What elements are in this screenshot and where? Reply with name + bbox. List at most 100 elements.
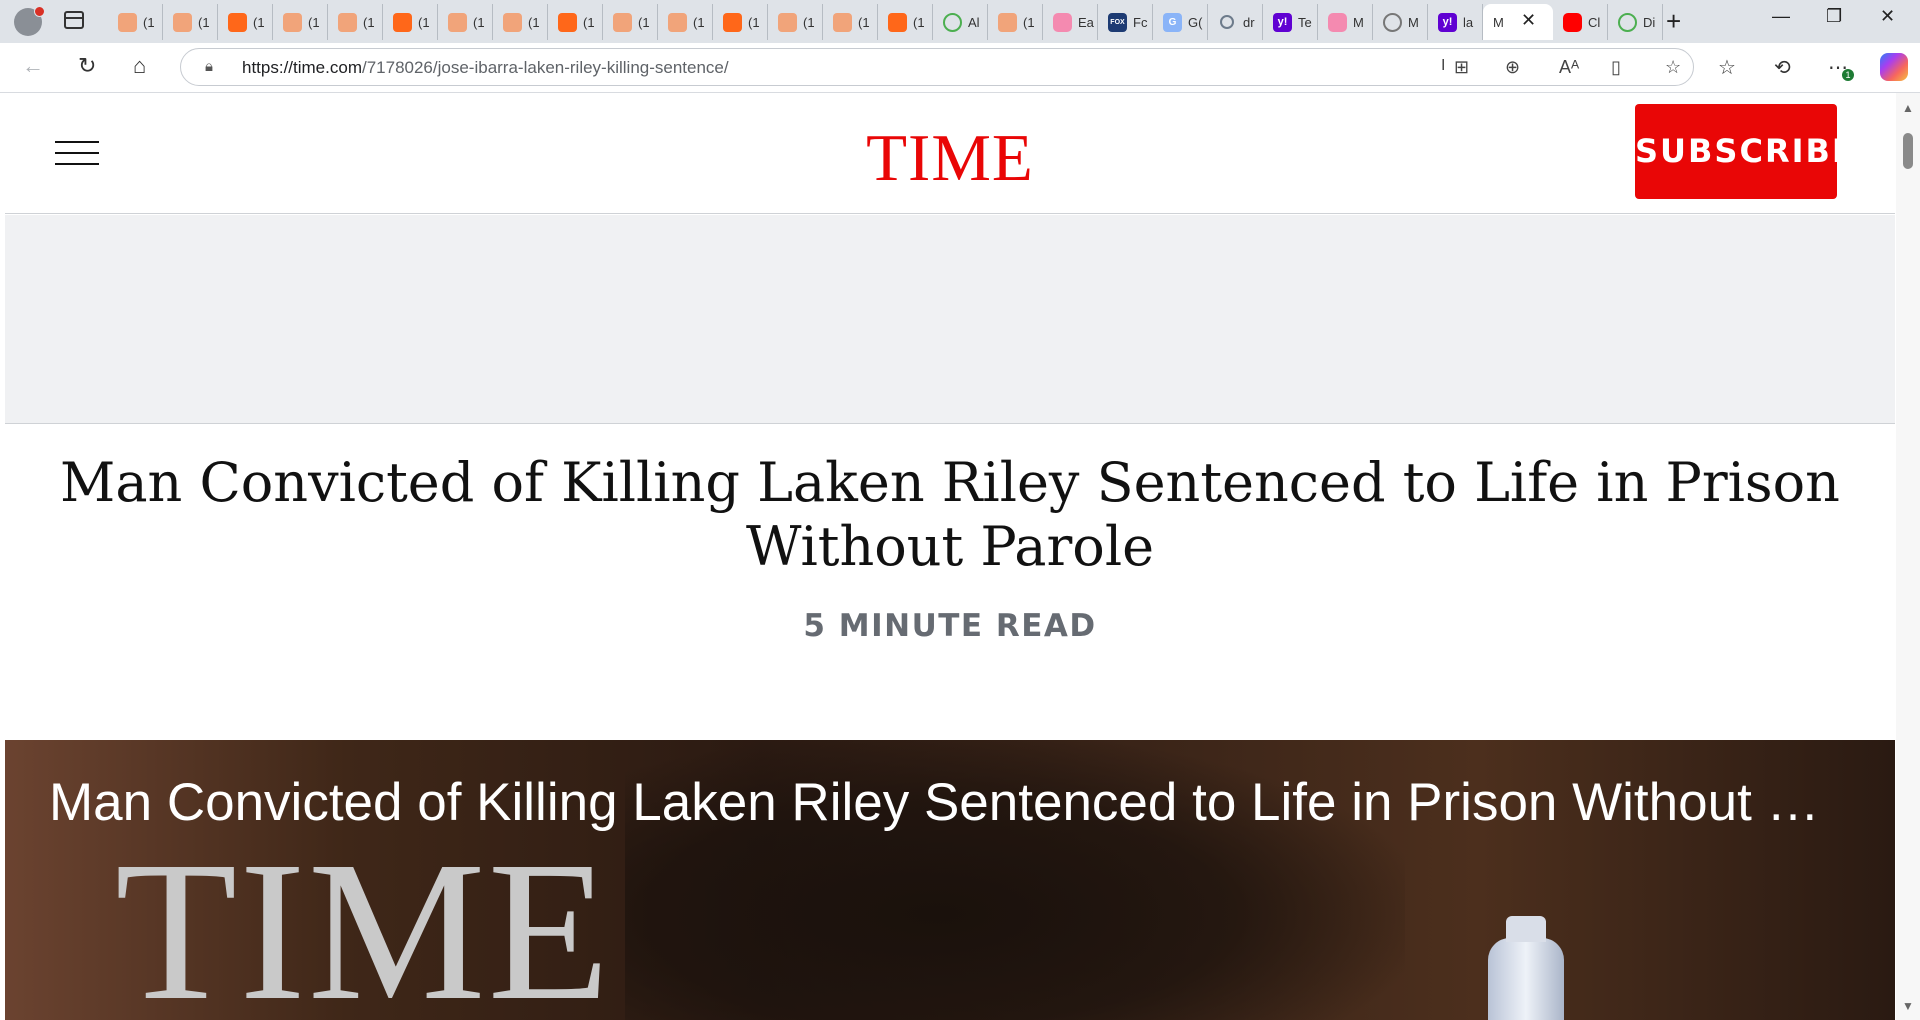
time-logo[interactable]: TIME — [5, 120, 1895, 197]
favorite-star-icon[interactable]: ☆ — [1665, 57, 1681, 78]
substack-icon — [833, 13, 852, 32]
substack-icon — [778, 13, 797, 32]
browser-tab[interactable]: (1 — [823, 4, 878, 40]
tab-title: (1 — [693, 15, 705, 30]
browser-tab[interactable]: (1 — [273, 4, 328, 40]
browser-tab[interactable]: Ea — [1043, 4, 1098, 40]
browser-tab[interactable]: (1 — [108, 4, 163, 40]
video-watermark-logo: TIME — [115, 821, 612, 1020]
browser-tab[interactable]: Al — [933, 4, 988, 40]
tab-title: Al — [968, 15, 980, 30]
browser-tab[interactable]: M — [1373, 4, 1428, 40]
substack-icon — [448, 13, 467, 32]
tab-strip: (1 (1 (1 (1 (1 (1 (1 (1 (1 (1 (1 (1 (1 (1 (1 Al (1 Ea FOX F… — [108, 4, 1663, 40]
tab-title: Di — [1643, 15, 1656, 30]
browser-tab[interactable]: (1 — [438, 4, 493, 40]
tab-bar: (1 (1 (1 (1 (1 (1 (1 (1 (1 (1 (1 (1 (1 (1 (1 Al (1 Ea FOX F… — [0, 0, 1920, 43]
substack-icon — [228, 13, 247, 32]
water-bottle-image — [1488, 916, 1564, 1020]
browser-tab[interactable]: (1 — [383, 4, 438, 40]
substack-icon — [998, 13, 1017, 32]
page-scrollbar[interactable]: ▲ ▼ — [1896, 93, 1920, 1020]
header-divider — [5, 213, 1895, 214]
url-text[interactable]: https://time.com/7178026/jose-ibarra-lak… — [242, 58, 729, 78]
tab-title: (1 — [473, 15, 485, 30]
tab-title: (1 — [803, 15, 815, 30]
zoom-icon[interactable]: ⊕ — [1505, 57, 1520, 78]
browser-tab[interactable]: (1 — [603, 4, 658, 40]
favorites-icon[interactable]: ☆ — [1718, 55, 1736, 80]
tab-actions-icon[interactable] — [64, 11, 84, 29]
browser-tab[interactable]: (1 — [713, 4, 768, 40]
active-browser-tab[interactable]: M ✕ — [1483, 4, 1553, 40]
browser-tab[interactable]: (1 — [768, 4, 823, 40]
minimize-icon[interactable]: — — [1772, 6, 1790, 27]
browser-tab[interactable]: (1 — [163, 4, 218, 40]
substack-icon — [723, 13, 742, 32]
youtube-icon — [1053, 13, 1072, 32]
play-icon — [1618, 13, 1637, 32]
app-available-icon[interactable]: ⊞ — [1454, 57, 1469, 78]
tab-title: Te — [1298, 15, 1312, 30]
youtube-icon — [1328, 13, 1347, 32]
substack-icon — [558, 13, 577, 32]
immersive-reader-icon[interactable]: ▯ — [1611, 57, 1621, 78]
browser-tab[interactable]: Di — [1608, 4, 1663, 40]
text-cursor-icon: I — [1441, 57, 1446, 74]
scroll-thumb[interactable] — [1903, 133, 1913, 169]
g-icon: G — [1163, 13, 1182, 32]
tab-title: M — [1408, 15, 1419, 30]
site-info-icon[interactable]: 🔒︎ — [205, 58, 213, 75]
tab-title: M — [1493, 15, 1504, 30]
browser-tab[interactable]: (1 — [878, 4, 933, 40]
yahoo-icon: y! — [1438, 13, 1457, 32]
home-icon[interactable]: ⌂ — [133, 53, 146, 79]
browser-tab[interactable]: M — [1318, 4, 1373, 40]
browser-tab[interactable]: (1 — [548, 4, 603, 40]
tab-title: (1 — [253, 15, 265, 30]
history-icon[interactable]: ⟲ — [1774, 55, 1791, 80]
substack-icon — [173, 13, 192, 32]
tab-title: (1 — [528, 15, 540, 30]
browser-tab[interactable]: (1 — [988, 4, 1043, 40]
subscribe-button[interactable]: SUBSCRIBE — [1635, 104, 1854, 199]
address-bar[interactable]: 🔒︎ https://time.com/7178026/jose-ibarra-… — [180, 48, 1694, 86]
restore-icon[interactable]: ❐ — [1826, 6, 1842, 27]
refresh-icon[interactable]: ↻ — [78, 53, 96, 79]
browser-tab[interactable]: Cl — [1553, 4, 1608, 40]
tab-title: Cl — [1588, 15, 1601, 30]
close-window-icon[interactable]: ✕ — [1880, 6, 1895, 27]
substack-icon — [393, 13, 412, 32]
close-tab-icon[interactable]: ✕ — [1521, 10, 1536, 31]
new-tab-button[interactable]: + — [1666, 4, 1681, 38]
read-aloud-icon[interactable]: Aᴬ — [1559, 57, 1579, 78]
browser-tab[interactable]: y! Te — [1263, 4, 1318, 40]
profile-avatar-icon[interactable] — [14, 6, 45, 36]
video-title[interactable]: Man Convicted of Killing Laken Riley Sen… — [49, 772, 1849, 833]
article-headline: Man Convicted of Killing Laken Riley Sen… — [60, 451, 1840, 578]
web-page: TIME SUBSCRIBE Man Convicted of Killing … — [5, 93, 1895, 1020]
back-icon[interactable]: ← — [22, 53, 44, 79]
browser-tab[interactable]: dr — [1208, 4, 1263, 40]
youtube-icon — [1563, 13, 1582, 32]
substack-icon — [118, 13, 137, 32]
browser-tab[interactable]: G G( — [1153, 4, 1208, 40]
tab-title: (1 — [308, 15, 320, 30]
tab-title: (1 — [638, 15, 650, 30]
scroll-up-icon[interactable]: ▲ — [1902, 101, 1914, 115]
browser-tab[interactable]: (1 — [658, 4, 713, 40]
tab-title: (1 — [748, 15, 760, 30]
substack-icon — [668, 13, 687, 32]
browser-tab[interactable]: y! la — [1428, 4, 1483, 40]
url-host: https://time.com — [242, 58, 362, 77]
url-path: /7178026/jose-ibarra-laken-riley-killing… — [361, 58, 729, 77]
browser-tab[interactable]: (1 — [328, 4, 383, 40]
tab-title: (1 — [1023, 15, 1035, 30]
browser-tab[interactable]: FOX Fc — [1098, 4, 1153, 40]
video-player[interactable]: TIME Man Convicted of Killing Laken Rile… — [5, 740, 1895, 1020]
browser-tab[interactable]: (1 — [493, 4, 548, 40]
scroll-down-icon[interactable]: ▼ — [1902, 999, 1914, 1013]
tab-title: (1 — [363, 15, 375, 30]
copilot-icon[interactable] — [1880, 53, 1908, 81]
browser-tab[interactable]: (1 — [218, 4, 273, 40]
